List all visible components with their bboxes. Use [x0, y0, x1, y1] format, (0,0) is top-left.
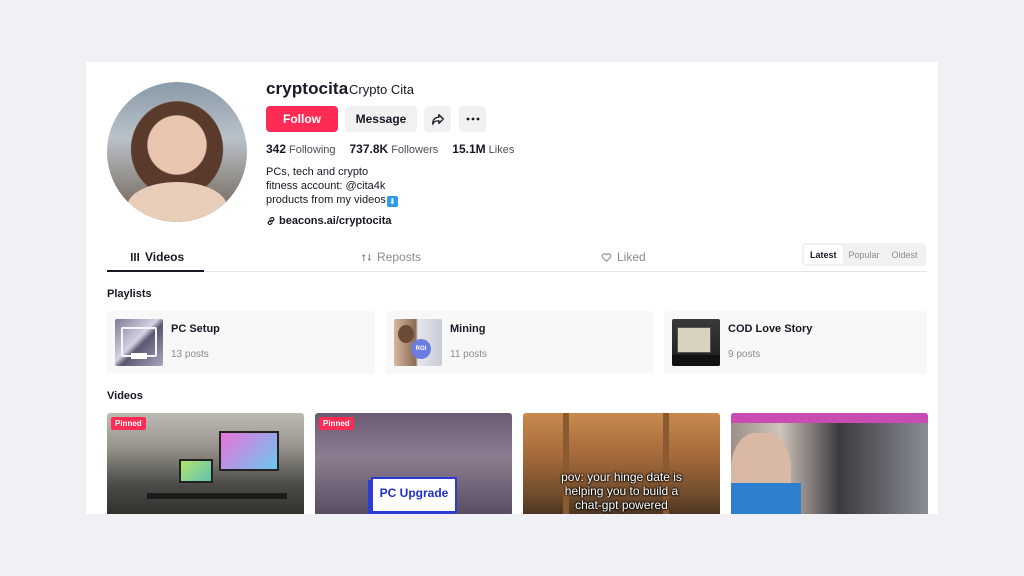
following-count: 342 — [266, 142, 287, 156]
message-button[interactable]: Message — [345, 106, 417, 132]
pinned-badge: Pinned — [319, 417, 354, 430]
playlist-title: COD Love Story — [728, 323, 813, 335]
profile-link[interactable]: beacons.ai/cryptocita — [266, 215, 392, 227]
sort-oldest[interactable]: Oldest — [886, 245, 924, 264]
playlist-thumbnail — [115, 319, 163, 366]
follow-button[interactable]: Follow — [266, 106, 338, 132]
sort-popular[interactable]: Popular — [843, 245, 886, 264]
sort-switcher: Latest Popular Oldest — [802, 243, 926, 266]
tab-reposts[interactable]: Reposts — [361, 250, 421, 264]
video-thumbnail[interactable]: Pinned — [107, 413, 304, 514]
monitor-shape — [219, 431, 279, 471]
video-overlay-text: pov: your hinge date is helping you to b… — [561, 470, 682, 512]
desk-shape — [147, 493, 287, 499]
following-stat[interactable]: 342 Following — [266, 142, 336, 156]
bio-line: fitness account: @cita4k — [266, 180, 386, 192]
bio-line: PCs, tech and crypto — [266, 166, 369, 178]
tab-videos[interactable]: Videos — [130, 250, 184, 264]
video-thumbnail[interactable] — [731, 413, 928, 514]
likes-label: Likes — [488, 144, 515, 156]
playlists-heading: Playlists — [107, 288, 152, 300]
tab-reposts-label: Reposts — [377, 250, 422, 264]
likes-stat: 15.1M Likes — [452, 142, 514, 156]
playlist-card[interactable]: COD Love Story 9 posts — [664, 311, 927, 374]
video-thumbnail[interactable]: PC Upgrade Pinned — [315, 413, 512, 514]
playlist-card[interactable]: PC Setup 13 posts — [107, 311, 375, 374]
playlist-count: 13 posts — [171, 349, 209, 360]
monitor-shape — [179, 459, 213, 483]
profile-card: cryptocita Crypto Cita Follow Message 34… — [86, 62, 938, 514]
download-arrow-icon: ⬇ — [386, 196, 398, 207]
tab-videos-label: Videos — [145, 250, 185, 264]
more-icon — [466, 117, 479, 121]
profile-avatar[interactable] — [107, 82, 247, 222]
link-icon — [267, 216, 275, 226]
playlist-thumbnail: ROI — [394, 319, 442, 366]
sort-latest[interactable]: Latest — [804, 245, 843, 264]
banner-shape — [731, 413, 928, 423]
person-shirt-shape — [731, 483, 801, 514]
nickname: Crypto Cita — [349, 82, 415, 97]
following-label: Following — [289, 144, 336, 156]
followers-stat[interactable]: 737.8K Followers — [350, 142, 439, 156]
share-button[interactable] — [424, 106, 451, 132]
pinned-badge: Pinned — [111, 417, 146, 430]
active-tab-indicator — [107, 270, 204, 272]
roi-badge: ROI — [411, 339, 431, 359]
bio-line: products from my videos — [266, 194, 386, 206]
likes-count: 15.1M — [452, 142, 486, 156]
profile-stats: 342 Following 737.8K Followers 15.1M Likes — [266, 142, 514, 156]
playlist-thumbnail — [672, 319, 720, 366]
more-options-button[interactable] — [459, 106, 486, 132]
playlist-title: PC Setup — [171, 323, 220, 335]
tab-liked-label: Liked — [617, 250, 646, 264]
playlist-title: Mining — [450, 323, 486, 335]
tab-liked[interactable]: Liked — [601, 250, 646, 264]
playlist-count: 9 posts — [728, 349, 761, 360]
grid-icon — [131, 253, 139, 261]
video-overlay-text: PC Upgrade — [379, 486, 449, 500]
profile-bio: PCs, tech and crypto fitness account: @c… — [266, 165, 398, 207]
username: cryptocita — [266, 79, 349, 98]
repost-icon — [361, 253, 372, 261]
followers-count: 737.8K — [349, 142, 389, 156]
playlist-card[interactable]: ROI Mining 11 posts — [386, 311, 653, 374]
heart-lock-icon — [601, 252, 612, 262]
playlist-count: 11 posts — [450, 349, 488, 360]
profile-link-text: beacons.ai/cryptocita — [279, 215, 392, 227]
followers-label: Followers — [391, 144, 439, 156]
share-icon — [431, 113, 444, 125]
video-thumbnail[interactable]: pov: your hinge date is helping you to b… — [523, 413, 720, 514]
videos-heading: Videos — [107, 390, 143, 402]
